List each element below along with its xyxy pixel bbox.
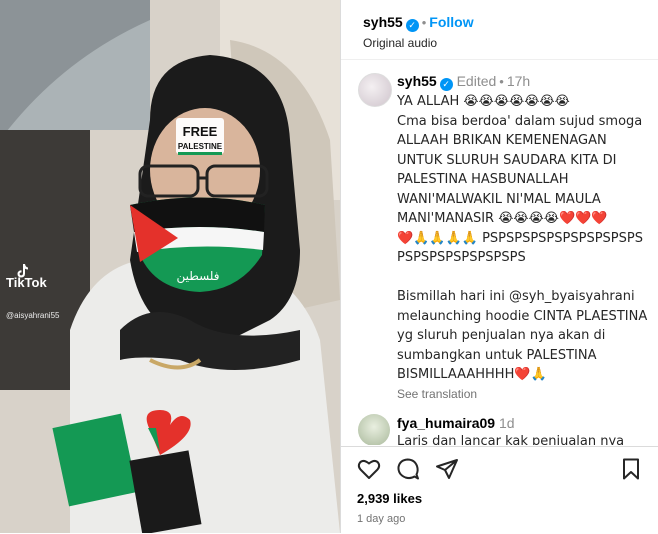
avatar[interactable]: [358, 413, 390, 445]
share-icon[interactable]: [435, 457, 459, 481]
caption-text: YA ALLAH 😭😭😭😭😭😭😭 Cma bisa berdoa' dalam …: [397, 94, 648, 382]
heart-icon[interactable]: [357, 457, 381, 481]
follow-button[interactable]: Follow: [429, 14, 473, 30]
post-media[interactable]: فلسطين FREE PALESTINE TikTok @aisyahrani…: [0, 0, 340, 533]
action-bar: 2,939 likes 1 day ago: [341, 446, 658, 534]
post-side-panel: syh55 ✓ • Follow Original audio syh55 ✓ Edit…: [340, 0, 658, 533]
tiktok-watermark: TikTok: [6, 275, 47, 290]
header-username[interactable]: syh55: [363, 14, 403, 30]
post-header: syh55 ✓ • Follow Original audio: [341, 0, 658, 60]
tiktok-handle: @aisyahrani55: [6, 311, 60, 320]
separator-dot: •: [421, 15, 427, 30]
comment-username[interactable]: fya_humaira09: [397, 415, 495, 431]
separator-dot: •: [499, 74, 504, 89]
likes-count[interactable]: 2,939 likes: [357, 491, 422, 506]
comment-time[interactable]: 1d: [499, 415, 515, 431]
sign-text-palestine: PALESTINE: [178, 142, 223, 151]
avatar[interactable]: [358, 73, 392, 107]
comment-icon[interactable]: [396, 457, 420, 481]
video-frame: فلسطين FREE PALESTINE: [0, 0, 340, 533]
instagram-post: فلسطين FREE PALESTINE TikTok @aisyahrani…: [0, 0, 658, 533]
bookmark-icon[interactable]: [619, 457, 643, 481]
caption-username[interactable]: syh55: [397, 73, 437, 89]
see-translation-link[interactable]: See translation: [397, 387, 648, 401]
caption-time[interactable]: 17h: [507, 73, 530, 89]
sign-text-free: FREE: [183, 124, 218, 139]
audio-label[interactable]: Original audio: [363, 36, 658, 50]
comments-section[interactable]: syh55 ✓ Edited • 17h YA ALLAH 😭😭😭😭😭😭😭 Cma b…: [341, 61, 658, 445]
mask-text: فلسطين: [176, 269, 219, 284]
verified-badge-icon: ✓: [405, 19, 419, 32]
verified-badge-icon: ✓: [439, 78, 453, 91]
post-caption: syh55 ✓ Edited • 17h YA ALLAH 😭😭😭😭😭😭😭 Cma b…: [341, 61, 658, 401]
comment-text: Laris dan lancar kak penjualan nya 😭 mdh…: [397, 433, 625, 446]
edited-label: Edited: [456, 73, 497, 89]
comment-item: fya_humaira09 1d Laris dan lancar kak pe…: [341, 401, 658, 446]
post-date[interactable]: 1 day ago: [357, 513, 405, 525]
